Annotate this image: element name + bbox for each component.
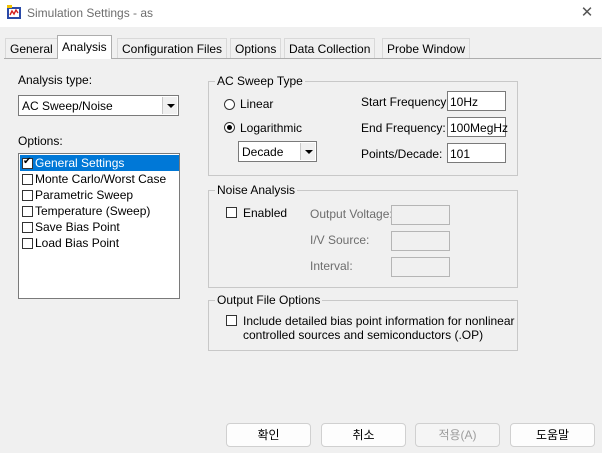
points-per-decade-field[interactable]: 101 (447, 143, 506, 163)
detailed-bias-checkbox[interactable] (226, 315, 237, 326)
app-icon[interactable] (6, 5, 22, 21)
points-per-decade-label: Points/Decade: (361, 147, 443, 161)
noise-enabled-label[interactable]: Enabled (243, 206, 287, 220)
tab-data-collection[interactable]: Data Collection (284, 38, 376, 58)
checkbox[interactable] (22, 190, 33, 201)
options-list[interactable]: General Settings Monte Carlo/Worst Case … (18, 153, 180, 299)
analysis-type-label: Analysis type: (18, 73, 93, 87)
logarithmic-label[interactable]: Logarithmic (240, 121, 302, 135)
output-voltage-label: Output Voltage: (310, 207, 393, 221)
list-item-monte-carlo[interactable]: Monte Carlo/Worst Case (20, 171, 179, 187)
iv-source-field (391, 231, 450, 251)
list-item-general-settings[interactable]: General Settings (20, 155, 179, 171)
tab-probe-window[interactable]: Probe Window (382, 38, 471, 58)
interval-label: Interval: (310, 259, 353, 273)
window-title: Simulation Settings - as (27, 6, 154, 20)
output-file-options-title: Output File Options (215, 293, 323, 307)
apply-button[interactable]: 적용(A) (415, 423, 500, 447)
detailed-bias-label-line1[interactable]: Include detailed bias point information … (243, 314, 515, 328)
analysis-type-dropdown[interactable]: AC Sweep/Noise (18, 95, 179, 116)
log-mode-value: Decade (242, 145, 284, 159)
output-voltage-field (391, 205, 450, 225)
checkbox[interactable] (22, 238, 33, 249)
checkbox[interactable] (22, 174, 33, 185)
linear-radio[interactable] (224, 99, 235, 110)
close-icon[interactable]: ✕ (577, 4, 597, 22)
chevron-down-icon[interactable] (300, 143, 315, 160)
cancel-button[interactable]: 취소 (321, 423, 406, 447)
chevron-down-icon[interactable] (162, 97, 177, 114)
detailed-bias-label-line2[interactable]: controlled sources and semiconductors (.… (243, 328, 483, 342)
list-item-save-bias-point[interactable]: Save Bias Point (20, 219, 179, 235)
analysis-type-value: AC Sweep/Noise (22, 99, 113, 113)
start-frequency-label: Start Frequency: (361, 95, 450, 109)
iv-source-label: I/V Source: (310, 233, 370, 247)
noise-enabled-checkbox[interactable] (226, 207, 237, 218)
checkbox[interactable] (22, 156, 33, 169)
options-label: Options: (18, 134, 63, 148)
list-item-load-bias-point[interactable]: Load Bias Point (20, 235, 179, 251)
end-frequency-field[interactable]: 100MegHz (447, 117, 508, 137)
checkbox[interactable] (22, 206, 33, 217)
log-mode-dropdown[interactable]: Decade (238, 141, 317, 162)
ac-sweep-group-title: AC Sweep Type (215, 74, 305, 88)
end-frequency-label: End Frequency: (361, 121, 446, 135)
tab-configuration-files[interactable]: Configuration Files (117, 38, 228, 58)
list-item-temperature[interactable]: Temperature (Sweep) (20, 203, 179, 219)
tab-analysis[interactable]: Analysis (57, 35, 112, 59)
interval-field (391, 257, 450, 277)
noise-analysis-group-title: Noise Analysis (215, 183, 298, 197)
list-item-parametric-sweep[interactable]: Parametric Sweep (20, 187, 179, 203)
help-button[interactable]: 도움말 (510, 423, 595, 447)
checkbox[interactable] (22, 222, 33, 233)
linear-label[interactable]: Linear (240, 97, 273, 111)
logarithmic-radio[interactable] (224, 122, 235, 133)
start-frequency-field[interactable]: 10Hz (447, 91, 506, 111)
tab-general[interactable]: General (5, 38, 58, 58)
ok-button[interactable]: 확인 (226, 423, 311, 447)
tab-options[interactable]: Options (230, 38, 282, 58)
